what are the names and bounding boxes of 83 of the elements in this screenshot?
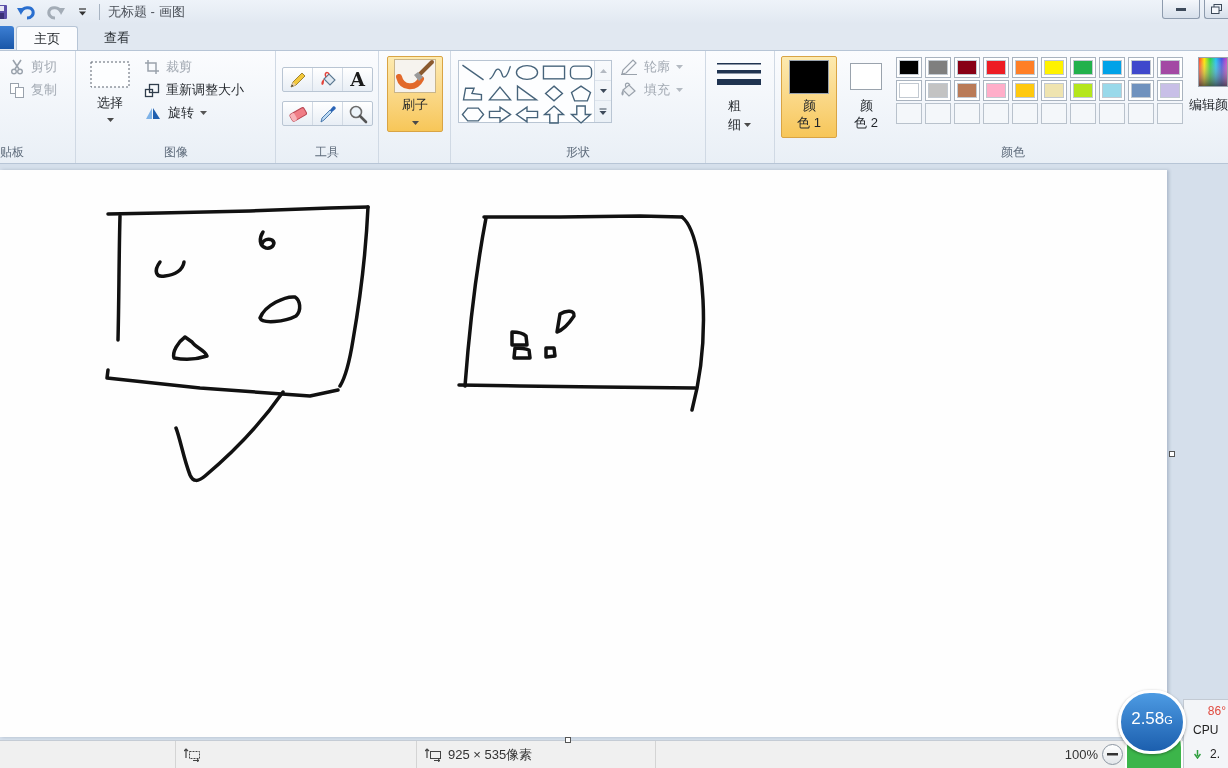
brush-button[interactable]: 刷子: [387, 56, 443, 132]
ribbon-tab[interactable]: 查看: [86, 25, 148, 50]
edit-colors-button[interactable]: 编辑颜: [1186, 57, 1228, 123]
group-label: 颜色: [1001, 144, 1025, 160]
down-arrow-icon[interactable]: [567, 105, 594, 124]
speed-value: 2.58: [1131, 709, 1165, 729]
cursor-position-icon: [184, 747, 201, 762]
empty-color-slot[interactable]: [1099, 103, 1125, 124]
empty-color-slot[interactable]: [1128, 103, 1154, 124]
group-label: 贴板: [0, 144, 24, 160]
pencil-icon: [620, 58, 638, 75]
paint-bucket-icon: [620, 81, 638, 98]
left-arrow-icon[interactable]: [514, 105, 541, 124]
magnifier-icon: [347, 103, 368, 124]
eyedropper-icon: [317, 103, 338, 124]
paintbrush-icon: [394, 59, 436, 93]
rotate-button[interactable]: 旋转: [144, 104, 244, 121]
caret-icon: [200, 110, 207, 115]
down-arrow-icon: [1194, 749, 1201, 759]
group-label: 形状: [566, 144, 590, 160]
resize-icon: [144, 81, 160, 98]
undo-icon: [16, 4, 36, 20]
size-button[interactable]: 粗细: [711, 56, 767, 138]
caret-icon: [411, 121, 419, 125]
text-tool-button[interactable]: A: [343, 68, 372, 91]
color-one-button[interactable]: 颜色 1: [781, 56, 837, 138]
caret-icon: [599, 68, 607, 73]
speed-unit: G: [1164, 714, 1173, 727]
minimize-icon: [1176, 7, 1186, 11]
group-label: 图像: [163, 144, 188, 160]
caret-icon: [676, 87, 683, 92]
caret-icon: [106, 118, 114, 122]
color-two-button[interactable]: 颜色 2: [844, 56, 888, 138]
cpu-label: CPU: [1193, 723, 1220, 737]
resize-handle[interactable]: [565, 737, 571, 743]
minimize-button[interactable]: [1162, 0, 1200, 19]
more-icon: [599, 108, 608, 115]
group-label: 工具: [315, 144, 339, 160]
copy-icon: [9, 81, 25, 98]
undo-button[interactable]: [16, 4, 36, 20]
empty-color-slot[interactable]: [983, 103, 1009, 124]
curve-icon[interactable]: [487, 63, 514, 82]
redo-icon: [46, 4, 66, 20]
selection-icon: [90, 61, 130, 88]
canvas-size-text: 925 × 535像素: [448, 745, 533, 764]
save-button[interactable]: [0, 4, 8, 20]
up-arrow-icon[interactable]: [540, 105, 567, 124]
scissors-icon: [9, 58, 25, 75]
zoom-level: 100%: [1064, 745, 1098, 764]
line-icon[interactable]: [460, 63, 487, 82]
window-title: 无标题 - 画图: [108, 3, 185, 22]
crop-icon: [144, 58, 160, 75]
customize-toolbar-button[interactable]: [78, 8, 87, 16]
empty-color-slot[interactable]: [1012, 103, 1038, 124]
select-button[interactable]: 选择: [87, 57, 133, 129]
empty-color-slot[interactable]: [1157, 103, 1183, 124]
empty-color-slot[interactable]: [1070, 103, 1096, 124]
caret-icon: [676, 64, 683, 69]
caret-icon: [599, 88, 607, 93]
rounded-rectangle-icon[interactable]: [567, 63, 594, 82]
network-reading: 2.: [1210, 747, 1220, 761]
empty-color-slot[interactable]: [1041, 103, 1067, 124]
rectangle-icon[interactable]: [540, 63, 567, 82]
color-spectrum-icon: [1198, 57, 1228, 87]
canvas-size-icon: [425, 747, 442, 762]
oval-icon[interactable]: [514, 63, 541, 82]
ribbon-tab[interactable]: 主页: [16, 26, 78, 51]
minus-icon: [1107, 753, 1118, 756]
restore-button[interactable]: [1204, 0, 1228, 19]
empty-color-slot[interactable]: [954, 103, 980, 124]
empty-color-slot[interactable]: [925, 103, 951, 124]
right-arrow-icon[interactable]: [487, 105, 514, 124]
caret-icon: [743, 123, 751, 127]
triangle-icon[interactable]: [487, 84, 514, 103]
caret-icon: [78, 8, 87, 16]
hexagon-icon[interactable]: [460, 105, 487, 124]
zoom-out-button[interactable]: [1102, 744, 1123, 765]
restore-icon: [1211, 4, 1222, 14]
empty-color-slot[interactable]: [896, 103, 922, 124]
resize-handle[interactable]: [1169, 451, 1175, 457]
right-triangle-icon[interactable]: [514, 84, 541, 103]
resize-button[interactable]: 重新调整大小: [144, 81, 244, 98]
temperature-reading: 86°: [1207, 704, 1227, 718]
